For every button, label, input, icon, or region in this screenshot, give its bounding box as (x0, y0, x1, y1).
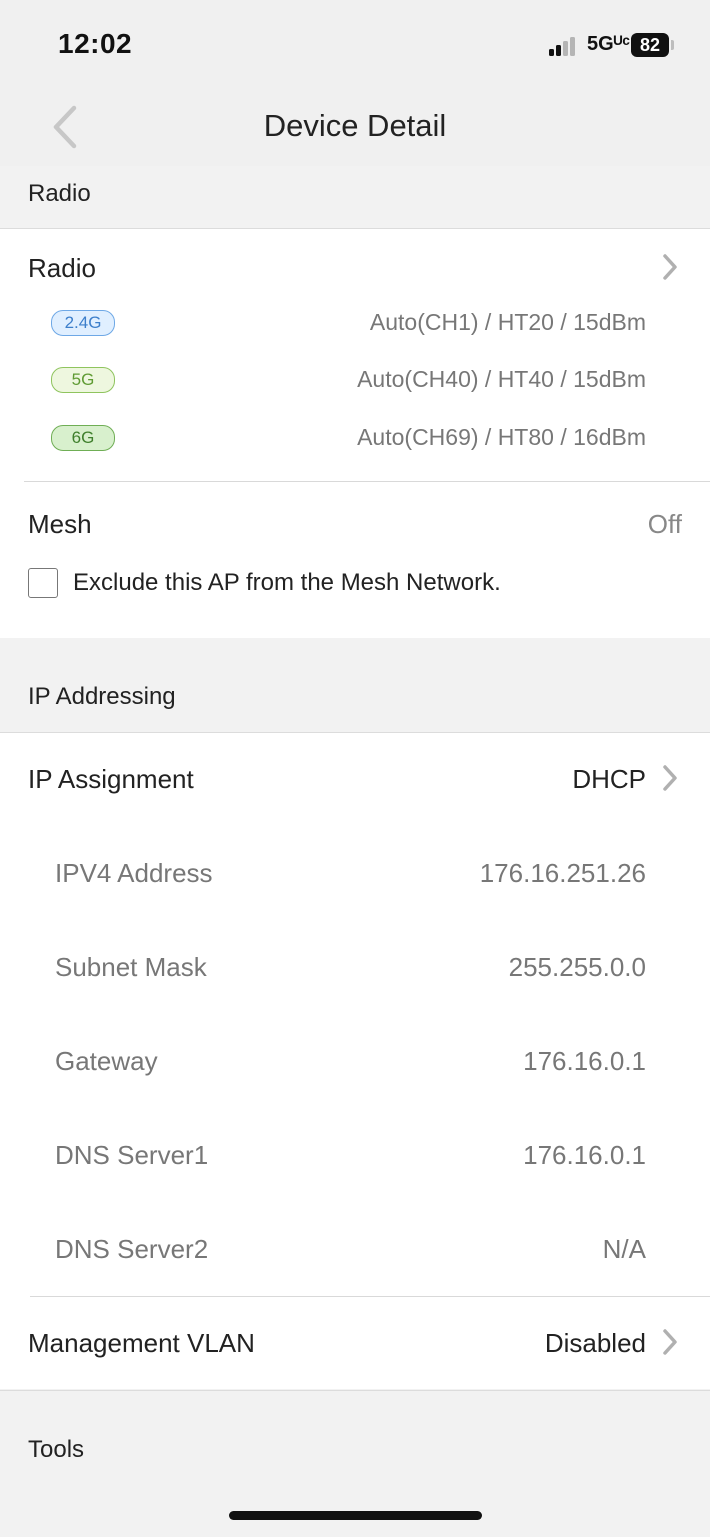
band-value-2-4g: Auto(CH1) / HT20 / 15dBm (369, 309, 646, 335)
exclude-mesh-label: Exclude this AP from the Mesh Network. (73, 569, 501, 596)
section-header-label: Tools (28, 1436, 85, 1463)
management-vlan-value: Disabled (544, 1328, 646, 1358)
page-title: Device Detail (263, 108, 447, 143)
gateway-value: 176.16.0.1 (523, 1046, 646, 1076)
battery-icon: 82 (631, 33, 669, 57)
ip-assignment-row[interactable]: IP Assignment DHCP (0, 733, 710, 823)
management-vlan-row[interactable]: Management VLAN Disabled (0, 1297, 710, 1389)
radio-row[interactable]: Radio 2.4G Auto(CH1) / HT20 / 15dBm 5G A… (0, 229, 710, 469)
section-header-label: Radio (28, 180, 91, 207)
dns-server2-value: N/A (602, 1234, 646, 1264)
navigation-bar: Device Detail (0, 86, 710, 166)
subnet-mask-label: Subnet Mask (55, 952, 207, 982)
subnet-mask-value: 255.255.0.0 (508, 952, 646, 982)
section-header-radio: Radio (0, 166, 710, 229)
ip-addressing-card: IP Assignment DHCP IPV4 Address 176.16.2… (0, 733, 710, 1389)
divider (24, 481, 710, 482)
ipv4-address-label: IPV4 Address (55, 858, 213, 888)
network-type: 5Gᵁᶜ (587, 33, 630, 55)
radio-row-title: Radio (28, 253, 96, 283)
signal-strength-icon (549, 36, 581, 56)
section-header-label: IP Addressing (28, 683, 176, 710)
dns-server2-label: DNS Server2 (55, 1234, 209, 1264)
band-value-6g: Auto(CH69) / HT80 / 16dBm (357, 424, 646, 450)
ipv4-address-value: 176.16.251.26 (479, 858, 646, 888)
chevron-right-icon (663, 254, 677, 280)
chevron-right-icon (663, 765, 677, 791)
status-bar: 12:02 5Gᵁᶜ 82 (0, 0, 710, 86)
battery-tip (671, 40, 674, 50)
band-badge-2-4g: 2.4G (51, 310, 115, 336)
band-badge-6g: 6G (51, 425, 115, 451)
mesh-value: Off (647, 509, 682, 539)
status-time: 12:02 (58, 28, 133, 59)
chevron-right-icon (663, 1329, 677, 1355)
home-indicator[interactable] (229, 1511, 482, 1520)
mesh-label: Mesh (28, 509, 92, 539)
ip-assignment-value: DHCP (572, 764, 646, 794)
exclude-mesh-checkbox[interactable] (28, 568, 58, 598)
dns-server1-value: 176.16.0.1 (523, 1140, 646, 1170)
management-vlan-label: Management VLAN (28, 1328, 255, 1358)
band-badge-5g: 5G (51, 367, 115, 393)
dns-server1-label: DNS Server1 (55, 1140, 209, 1170)
gateway-label: Gateway (55, 1046, 158, 1076)
section-header-ip-addressing: IP Addressing (0, 639, 710, 733)
ip-assignment-label: IP Assignment (28, 764, 194, 794)
band-value-5g: Auto(CH40) / HT40 / 15dBm (357, 366, 646, 392)
